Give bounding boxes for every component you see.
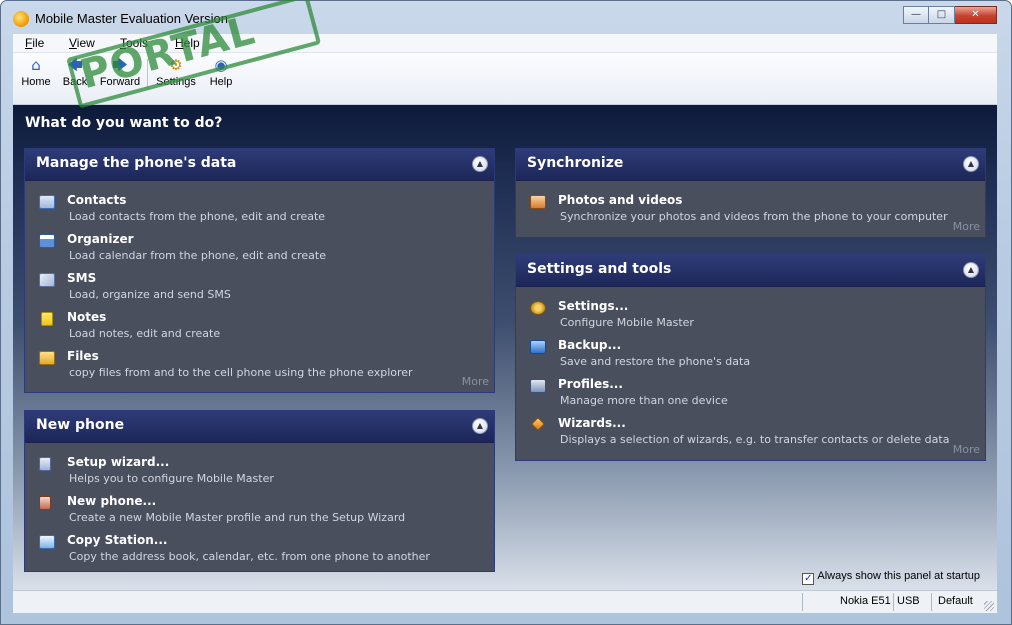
back-arrow-icon: 🡄 [67,56,83,74]
window-title: Mobile Master Evaluation Version [35,11,228,26]
task-description: Helps you to configure Mobile Master [69,472,274,485]
panel-title: Manage the phone's data [36,155,237,171]
task-title[interactable]: Wizards... [558,416,626,430]
photos-icon [530,195,546,209]
startup-checkbox[interactable]: ✓ [802,573,815,585]
wizard-phone-icon [39,457,51,471]
task-description: Configure Mobile Master [560,316,694,329]
menu-tools[interactable]: Tools [120,36,148,50]
forward-arrow-icon: 🡆 [112,56,128,74]
panel-header[interactable]: New phone ▲ [25,411,494,443]
forward-label: Forward [99,76,141,88]
panel-header[interactable]: Manage the phone's data ▲ [25,149,494,181]
maximize-button[interactable]: □ [929,6,955,24]
task-description: Load contacts from the phone, edit and c… [69,210,326,223]
task-title[interactable]: Notes [67,310,106,324]
task-title[interactable]: Contacts [67,193,126,207]
task-title[interactable]: SMS [67,271,96,285]
status-bar: Nokia E51 USB Default [13,590,997,613]
panel-title: Synchronize [527,155,624,171]
task-title[interactable]: New phone... [67,494,156,508]
status-divider [931,593,932,611]
toolbar: ⌂ Home 🡄 Back 🡆 Forward ⚙ Settings ◉ Hel… [13,53,997,105]
resize-grip[interactable] [984,601,994,611]
close-button[interactable]: ✕ [955,6,997,24]
help-icon: ◉ [214,56,228,74]
collapse-chevron-icon[interactable]: ▲ [963,156,979,172]
backup-icon [530,340,546,354]
more-link[interactable]: More [462,375,489,388]
window-controls: — □ ✕ [903,6,997,24]
task-title[interactable]: Photos and videos [558,193,682,207]
panel-title: Settings and tools [527,261,672,277]
calendar-icon [39,234,55,248]
toolbar-separator [147,59,148,89]
application-window: Mobile Master Evaluation Version — □ ✕ F… [0,0,1012,625]
task-description: Manage more than one device [560,394,728,407]
synchronize-panel: Synchronize ▲ Photos and videos Synchron… [515,148,986,238]
task-title[interactable]: Organizer [67,232,134,246]
task-title[interactable]: Settings... [558,299,628,313]
settings-tools-panel: Settings and tools ▲ Settings... Configu… [515,254,986,461]
contacts-icon [39,195,55,209]
envelope-icon [39,273,55,287]
task-description: Load, organize and send SMS [69,288,231,301]
menu-view[interactable]: View [69,36,95,50]
menu-file[interactable]: File [25,36,44,50]
task-description: copy files from and to the cell phone us… [69,366,413,379]
title-bar[interactable]: Mobile Master Evaluation Version — □ ✕ [1,1,1011,34]
back-label: Back [62,76,88,88]
new-phone-icon [39,496,51,510]
notepad-icon [41,312,53,326]
menu-bar: File View Tools Help [13,34,997,53]
task-title[interactable]: Setup wizard... [67,455,169,469]
panel-title: New phone [36,417,125,433]
startup-option[interactable]: ✓ Always show this panel at startup [802,570,980,585]
profiles-icon [530,379,546,393]
task-panel-area: What do you want to do? Manage the phone… [13,105,997,590]
help-label: Help [209,76,233,88]
copy-station-icon [39,535,55,549]
collapse-chevron-icon[interactable]: ▲ [472,156,488,172]
more-link[interactable]: More [953,220,980,233]
task-title[interactable]: Files [67,349,99,363]
forward-button[interactable]: 🡆 Forward [97,55,143,93]
settings-label: Settings [156,76,196,88]
menu-help[interactable]: Help [175,36,200,50]
collapse-chevron-icon[interactable]: ▲ [963,262,979,278]
status-divider [802,593,803,611]
status-divider [893,593,894,611]
status-device: Nokia E51 [840,595,891,607]
page-title: What do you want to do? [25,115,223,131]
status-connection: USB [897,595,920,607]
app-icon [13,11,29,27]
task-description: Displays a selection of wizards, e.g. to… [560,433,950,446]
help-button[interactable]: ◉ Help [198,55,244,93]
panel-header[interactable]: Synchronize ▲ [516,149,985,181]
back-button[interactable]: 🡄 Back [52,55,98,93]
collapse-chevron-icon[interactable]: ▲ [472,418,488,434]
manage-data-panel: Manage the phone's data ▲ Contacts Load … [24,148,495,393]
task-description: Create a new Mobile Master profile and r… [69,511,406,524]
task-description: Copy the address book, calendar, etc. fr… [69,550,430,563]
folder-icon [39,351,55,365]
more-link[interactable]: More [953,443,980,456]
startup-label: Always show this panel at startup [817,570,980,582]
task-title[interactable]: Copy Station... [67,533,167,547]
task-title[interactable]: Backup... [558,338,621,352]
task-description: Load calendar from the phone, edit and c… [69,249,326,262]
gears-icon [530,301,546,315]
task-description: Load notes, edit and create [69,327,221,340]
panel-header[interactable]: Settings and tools ▲ [516,255,985,287]
magic-wand-icon [530,416,546,432]
status-profile: Default [938,595,973,607]
home-icon: ⌂ [31,56,41,74]
task-description: Save and restore the phone's data [560,355,751,368]
minimize-button[interactable]: — [903,6,929,24]
gears-icon: ⚙ [169,56,183,74]
task-title[interactable]: Profiles... [558,377,623,391]
new-phone-panel: New phone ▲ Setup wizard... Helps you to… [24,410,495,572]
task-description: Synchronize your photos and videos from … [560,210,948,223]
settings-button[interactable]: ⚙ Settings [153,55,199,93]
